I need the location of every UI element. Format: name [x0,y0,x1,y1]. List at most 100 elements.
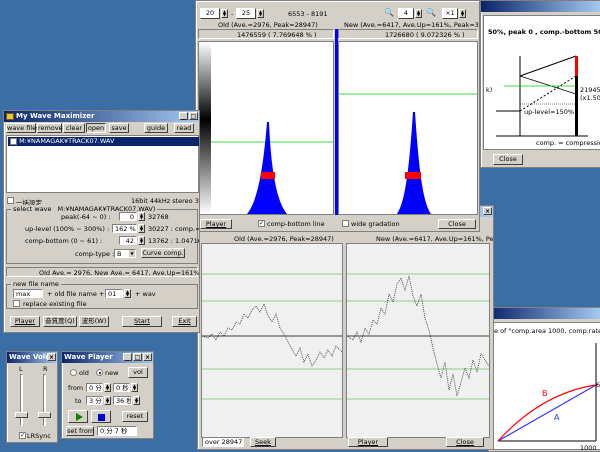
waveform-button[interactable]: 波形(W) [79,316,109,327]
to-sec-input[interactable]: 36 秒 [113,396,132,405]
menu-remove[interactable]: remove [37,123,63,133]
compbottom-spinner[interactable]: ▲ ▼ [138,236,145,245]
to-min-spinner[interactable]: ▲ ▼ [104,396,111,405]
range-b-spinner[interactable]: ▲ ▼ [257,9,264,18]
from-sec-spinner[interactable]: ▲ ▼ [131,383,138,392]
hist-player-button[interactable]: Player [200,219,232,229]
hist-new-count: 1726680 ( 9.072326 % ) [385,31,465,39]
menu-read[interactable]: read [174,123,194,133]
menu-clear[interactable]: clear [63,123,85,133]
curve-close-button[interactable]: Close [493,154,523,165]
curve-comp-button[interactable]: Curve comp. [141,248,185,258]
close-icon[interactable]: × [47,353,56,361]
from-sec-input[interactable]: 0 秒 [113,383,130,392]
curve-window: 50%, peak 0 , comp.-bottom 50" k) up-lev… [480,0,600,168]
zoom-in-icon[interactable]: 🔍 [426,8,436,17]
lrsync-checkbox[interactable]: ✓ [19,432,26,439]
volume-left-label: L [19,365,23,373]
range-dash: - [231,10,234,18]
bulk-checkbox[interactable] [7,197,14,204]
main-titlebar[interactable]: My Wave Maximizer _ □ [4,111,199,122]
replace-label: replace existing file [23,300,87,308]
set-from-value: 0 分 7 秒 [97,426,137,436]
wide-gradation-label: wide gradation [351,220,400,228]
chevron-down-icon[interactable]: ▼ [129,250,135,257]
volume-left-slider[interactable] [15,412,28,418]
wave-volume-title: Wave Volu [9,353,51,361]
menu-save[interactable]: save [109,123,129,133]
old-radio[interactable] [70,369,77,376]
peak-spinner[interactable]: ▲ ▼ [138,212,145,221]
max-input[interactable]: max [13,289,43,298]
wave-volume-window: Wave Volu × L R ✓ LRSync [6,351,58,443]
exit-button[interactable]: Exit [172,316,197,327]
to-min-input[interactable]: 3 分 [86,396,103,405]
set-from-button[interactable]: set from [66,426,94,436]
over-field[interactable]: over 28947 [202,437,244,447]
from-min-spinner[interactable]: ▲ ▼ [104,383,111,392]
uplevel-readout: 30227 : comp.=43% [148,225,200,233]
close-icon[interactable]: × [143,353,152,361]
range-a-field[interactable]: 20 [200,8,220,19]
main-player-button[interactable]: Player [10,316,40,327]
zoom-step-spinner[interactable]: ▲ ▼ [459,9,466,18]
zoom-out-icon[interactable]: 🔍 [384,8,394,17]
seek-button[interactable]: Seek [250,437,276,447]
zoom-step-field[interactable]: ×1 [442,8,458,19]
menu-open[interactable]: open [86,123,106,133]
wave-close-button[interactable]: Close [446,437,484,447]
comptype-select[interactable]: B ▼ [114,249,136,258]
ratio-window: e of "comp.area 1000, comp.rate 60% B A … [488,307,600,452]
range-a-spinner[interactable]: ▲ ▼ [221,9,228,18]
curve-panel: 50%, peak 0 , comp.-bottom 50" k) up-lev… [483,15,600,150]
vol-button[interactable]: vol [128,367,148,378]
ratio-value-1000: 1000 [580,444,597,452]
maximize-icon[interactable]: □ [133,353,142,361]
from-min-input[interactable]: 0 分 [86,383,103,392]
hist-new-graph [339,93,477,214]
ratio-window-titlebar[interactable] [489,308,600,319]
stop-button[interactable] [91,410,111,423]
volume-right-slider[interactable] [38,412,51,418]
file-list[interactable]: M:¥NAMAGAK¥TRACK07.WAV [6,135,199,193]
wave-new-header: New (Ave.=6417, Ave.Up=161%, Peak=32768) [376,235,494,243]
hist-old-count-box: 1476559 ( 7.769648 % ) [198,29,334,39]
play-button[interactable] [68,410,88,423]
wave-player-titlebar[interactable]: Wave Player _ □ × [62,352,153,363]
wide-gradation-checkbox[interactable] [342,220,349,227]
app-icon [6,113,14,120]
minimize-icon[interactable]: _ [123,353,132,361]
file-item-checkbox[interactable] [10,137,17,145]
comp-bottom-checkbox[interactable]: ✓ [258,220,265,227]
wave-volume-titlebar[interactable]: Wave Volu × [7,352,57,363]
start-button[interactable]: Start [122,316,162,327]
curve-window-titlebar[interactable] [481,1,600,12]
close-icon[interactable]: × [483,207,492,215]
peak-input[interactable]: 0 [119,212,137,221]
zoom-value-field[interactable]: 4 [398,8,414,19]
uplevel-spinner[interactable]: ▲ ▼ [138,224,145,233]
curve-graph [496,55,588,137]
suffix-spinner[interactable]: ▲ ▼ [124,289,131,298]
file-item-label: M:¥NAMAGAK¥TRACK07.WAV [19,137,115,145]
new-radio[interactable] [96,369,103,376]
suffix-input[interactable]: 01 [105,289,123,298]
zoom-spinner[interactable]: ▲ ▼ [415,9,422,18]
maximize-icon[interactable]: □ [189,112,198,120]
replace-checkbox[interactable] [13,300,20,307]
wave-player-button[interactable]: Player [348,437,388,447]
uplevel-input[interactable]: 162 % [112,224,137,233]
curve-value-2: (x1.50 [580,94,600,102]
reset-button[interactable]: reset [122,411,148,422]
menu-guide[interactable]: guide [144,123,168,133]
range-b-value: 25 [241,9,251,17]
hist-close-button[interactable]: Close [438,219,476,229]
minimize-icon[interactable]: _ [179,112,188,120]
range-b-field[interactable]: 25 [236,8,256,19]
quality-button[interactable]: 音質度(Q) [43,316,77,327]
compbottom-input[interactable]: 42 [119,236,137,245]
menu-wave-files[interactable]: wave files [6,123,40,133]
to-sec-spinner[interactable]: ▲ ▼ [133,396,140,405]
file-list-item[interactable]: M:¥NAMAGAK¥TRACK07.WAV [8,137,199,146]
range-a-value: 20 [205,9,215,17]
